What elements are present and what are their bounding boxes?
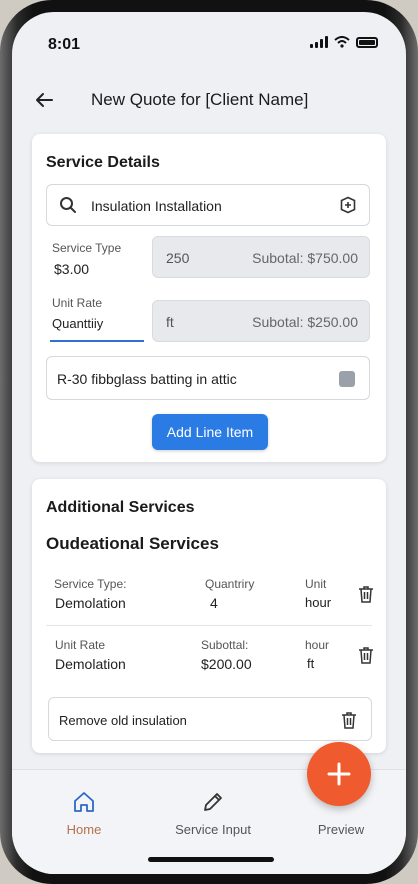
search-icon	[60, 197, 76, 213]
phone-frame: 8:01 New Quote for [Client Name] Service…	[0, 0, 418, 884]
note-field[interactable]: Remove old insulation	[48, 697, 372, 741]
additional-services-subtitle: Oudeational Services	[46, 534, 219, 553]
unit-value-2: ft	[166, 314, 174, 330]
row1-col3-label: Unit	[305, 577, 327, 591]
status-time: 8:01	[48, 36, 81, 53]
add-fab-button[interactable]	[307, 742, 371, 806]
unit-rate-label: Unit Rate	[52, 296, 103, 310]
status-icons	[310, 36, 378, 48]
search-value: Insulation Installation	[91, 198, 222, 214]
quantity-field-1[interactable]: 250 Subotal: $750.00	[152, 236, 370, 278]
quantity-value-1: 250	[166, 250, 190, 266]
trash-icon[interactable]	[358, 646, 374, 664]
trash-icon[interactable]	[358, 585, 374, 603]
row1-col2-value: 4	[210, 595, 218, 611]
service-search-input[interactable]: Insulation Installation	[46, 184, 370, 226]
add-line-item-button[interactable]: Add Line Item	[152, 414, 268, 450]
checkbox-icon[interactable]	[339, 371, 355, 387]
row2-col3-value: ft	[307, 656, 315, 671]
row2-col1-label: Unit Rate	[55, 638, 106, 652]
row1-col1-label: Service Type:	[54, 577, 127, 591]
screen: 8:01 New Quote for [Client Name] Service…	[12, 12, 406, 874]
service-details-title: Service Details	[46, 154, 160, 171]
row-divider	[46, 625, 372, 626]
trash-icon[interactable]	[341, 711, 357, 729]
description-field[interactable]: R-30 fibbglass batting in attic	[46, 356, 370, 400]
quantity-input[interactable]: Quanttiiy	[52, 316, 103, 331]
header: New Quote for [Client Name]	[12, 82, 406, 118]
additional-services-title: Additional Services	[46, 499, 195, 516]
row1-col3-value: hour	[305, 595, 332, 610]
nav-item-home[interactable]: Home	[29, 770, 139, 850]
home-indicator	[148, 857, 274, 862]
plus-icon	[327, 762, 351, 786]
page-title: New Quote for [Client Name]	[91, 90, 309, 109]
subtotal-2: Subotal: $250.00	[252, 314, 358, 330]
status-bar: 8:01	[12, 12, 406, 72]
nav-label-home: Home	[66, 822, 102, 837]
unit-field-2[interactable]: ft Subotal: $250.00	[152, 300, 370, 342]
nav-label-service-input: Service Input	[175, 822, 251, 837]
nav-item-service-input[interactable]: Service Input	[158, 770, 268, 850]
description-text: R-30 fibbglass batting in attic	[57, 371, 237, 387]
note-text: Remove old insulation	[59, 713, 187, 728]
row2-col1-value: Demolation	[55, 656, 126, 672]
pencil-icon	[204, 793, 222, 811]
service-type-value: $3.00	[54, 261, 90, 277]
service-details-card: Service Details Insulation Installation …	[32, 134, 386, 462]
row2-col2-value: $200.00	[201, 656, 252, 672]
row2-col3-label: hour	[305, 638, 330, 652]
row1-col1-value: Demolation	[55, 595, 126, 611]
signal-icon	[310, 36, 328, 48]
service-type-label: Service Type	[52, 241, 122, 255]
home-icon	[74, 792, 94, 812]
row2-col2-label: Subottal:	[201, 638, 249, 652]
quantity-input-underline	[50, 340, 144, 342]
nav-label-preview: Preview	[317, 822, 365, 837]
add-box-icon[interactable]	[339, 196, 357, 214]
additional-services-card: Additional Services Oudeational Services…	[32, 479, 386, 753]
subtotal-1: Subotal: $750.00	[252, 250, 358, 266]
wifi-icon	[334, 36, 350, 48]
battery-icon	[356, 36, 378, 48]
row1-col2-label: Quantriry	[205, 577, 255, 591]
arrow-left-icon[interactable]	[30, 86, 58, 114]
